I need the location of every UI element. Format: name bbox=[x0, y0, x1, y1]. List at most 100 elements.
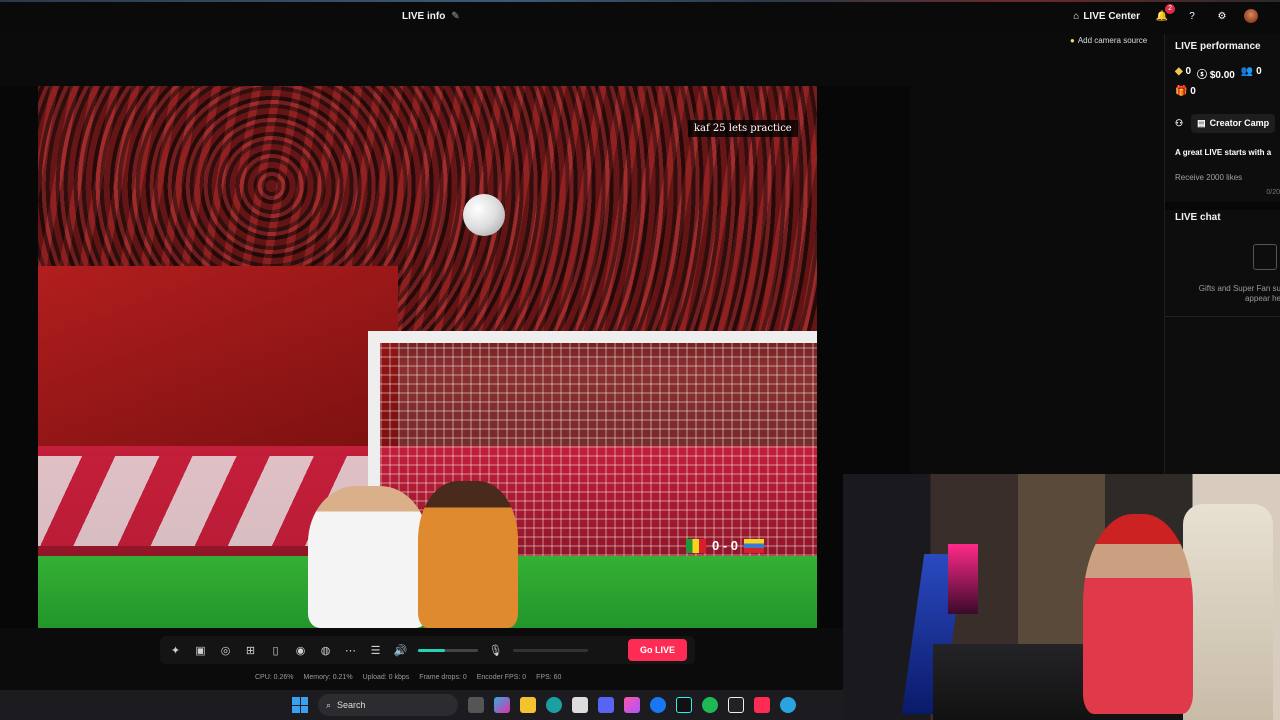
book-icon: ▤ bbox=[1197, 118, 1206, 128]
edge-icon[interactable] bbox=[546, 697, 562, 713]
fps-stat: FPS: 60 bbox=[536, 674, 562, 681]
telegram-icon[interactable] bbox=[780, 697, 796, 713]
more-icon[interactable]: ⋯ bbox=[343, 643, 358, 658]
chat-divider bbox=[1165, 316, 1280, 317]
score-text: 0 - 0 bbox=[712, 538, 739, 553]
avatar[interactable] bbox=[1244, 9, 1258, 23]
notifications-button[interactable]: 🔔 2 bbox=[1154, 4, 1175, 24]
upload-stat: Upload: 0 kbps bbox=[362, 674, 410, 681]
top-accent-line bbox=[0, 0, 1280, 2]
task-view-icon[interactable] bbox=[468, 697, 484, 713]
magic-wand-icon[interactable]: ✦ bbox=[168, 643, 183, 658]
windows-start-icon[interactable] bbox=[292, 697, 308, 713]
diamond-metric: ◆ 0 bbox=[1175, 66, 1191, 81]
flag-banner bbox=[38, 266, 398, 456]
frame-drops-stat: Frame drops: 0 bbox=[419, 674, 467, 681]
cpu-stat: CPU: 0.26% bbox=[255, 674, 294, 681]
top-right-actions: ⌂ LIVE Center 🔔 2 ? ⚙ bbox=[1073, 4, 1258, 24]
discord-icon[interactable] bbox=[598, 697, 614, 713]
instagram-icon[interactable] bbox=[624, 697, 640, 713]
creator-camp-label: Creator Camp bbox=[1209, 118, 1270, 128]
mic-level-bar[interactable] bbox=[513, 648, 588, 652]
gifts-metric: 🎁 0 bbox=[1175, 86, 1196, 97]
webcam-pc-case bbox=[948, 544, 978, 614]
football bbox=[463, 194, 505, 236]
settings-button[interactable]: ⚙ bbox=[1214, 8, 1230, 24]
file-explorer-icon[interactable] bbox=[520, 697, 536, 713]
encoder-fps-stat: Encoder FPS: 0 bbox=[476, 674, 527, 681]
diamond-icon: ◆ bbox=[1175, 66, 1183, 77]
diamond-value: 0 bbox=[1185, 66, 1192, 77]
creator-camp-button[interactable]: ▤ Creator Camp bbox=[1191, 114, 1276, 133]
help-button[interactable]: ? bbox=[1184, 8, 1200, 24]
performance-stats: CPU: 0.26% Memory: 0.21% Upload: 0 kbps … bbox=[255, 674, 561, 681]
search-icon: ⌕ bbox=[326, 699, 332, 710]
tiktok-live-studio: LIVE info ✎ ⌂ LIVE Center 🔔 2 ? ⚙ ● Add … bbox=[0, 0, 1280, 720]
performance-metrics: ◆ 0 ⓢ $0.00 👥 0 bbox=[1175, 66, 1262, 81]
taskbar-search[interactable]: ⌕ Search bbox=[318, 694, 458, 716]
go-live-button[interactable]: Go LIVE bbox=[627, 639, 687, 661]
add-source-icon[interactable]: ▣ bbox=[193, 643, 208, 658]
webcam-overlay bbox=[843, 474, 1280, 720]
live-center-label: LIVE Center bbox=[1083, 10, 1140, 22]
people-icon: 👥 bbox=[1240, 66, 1254, 77]
tiktok-live-studio-icon[interactable] bbox=[754, 697, 770, 713]
section-divider bbox=[1165, 202, 1280, 210]
chat-empty-message: Gifts and Super Fan su appear he bbox=[1198, 284, 1280, 303]
effects-icon[interactable]: ◎ bbox=[218, 643, 233, 658]
edit-icon[interactable]: ✎ bbox=[451, 11, 459, 22]
gift-icon bbox=[1253, 244, 1277, 270]
creator-camp-row: ⚇ ▤ Creator Camp bbox=[1175, 114, 1276, 133]
portrait-icon[interactable]: ▯ bbox=[268, 643, 283, 658]
tiktok-icon[interactable] bbox=[676, 697, 692, 713]
add-camera-source-label: Add camera source bbox=[1077, 36, 1148, 45]
copilot-icon[interactable] bbox=[494, 697, 510, 713]
spotify-icon[interactable] bbox=[702, 697, 718, 713]
windows-taskbar: ⌕ Search bbox=[0, 690, 843, 720]
add-camera-source-button[interactable]: ● Add camera source bbox=[1070, 36, 1147, 45]
top-bar: LIVE info ✎ ⌂ LIVE Center 🔔 2 ? ⚙ bbox=[0, 0, 1280, 34]
stream-preview[interactable]: kaf 25 lets practice 0 - 0 bbox=[38, 86, 817, 628]
person-add-icon[interactable]: ⚇ bbox=[1175, 118, 1183, 129]
team-flag-left bbox=[686, 538, 706, 553]
record-icon[interactable]: ◉ bbox=[293, 643, 308, 658]
likes-progress: 0/20 bbox=[1266, 189, 1280, 196]
camera-switch-icon[interactable]: ◍ bbox=[318, 643, 333, 658]
live-chat-title: LIVE chat bbox=[1175, 212, 1221, 223]
home-icon: ⌂ bbox=[1073, 10, 1080, 22]
scene-icon[interactable]: ⊞ bbox=[243, 643, 258, 658]
right-sidebar: LIVE performance ◆ 0 ⓢ $0.00 👥 0 🎁 0 ⚇ ▤… bbox=[1164, 34, 1280, 474]
webcam-person bbox=[1083, 514, 1193, 714]
capcut-icon[interactable] bbox=[728, 697, 744, 713]
memory-stat: Memory: 0.21% bbox=[303, 674, 353, 681]
help-icon: ? bbox=[1189, 10, 1195, 22]
speaker-icon[interactable]: 🔊 bbox=[393, 643, 408, 658]
viewers-metric: 👥 0 bbox=[1241, 66, 1262, 81]
viewers-value: 0 bbox=[1256, 66, 1262, 77]
store-icon[interactable] bbox=[572, 697, 588, 713]
coin-icon: ⓢ bbox=[1197, 70, 1208, 81]
audio-settings-icon[interactable]: ☰ bbox=[368, 643, 383, 658]
volume-slider[interactable] bbox=[418, 648, 478, 652]
gear-icon: ⚙ bbox=[1217, 10, 1227, 22]
live-info-tab[interactable]: LIVE info ✎ bbox=[402, 11, 460, 22]
earnings-metric: ⓢ $0.00 bbox=[1197, 66, 1235, 81]
preview-stage: kaf 25 lets practice 0 - 0 bbox=[0, 86, 910, 628]
great-live-heading: A great LIVE starts with a bbox=[1175, 148, 1272, 157]
stream-overlay-text: kaf 25 lets practice bbox=[688, 120, 798, 137]
gift-small-icon: 🎁 bbox=[1175, 86, 1188, 97]
volume-fill bbox=[418, 648, 445, 652]
stream-controls-bar: ✦ ▣ ◎ ⊞ ▯ ◉ ◍ ⋯ ☰ 🔊 🎙 Go LIVE bbox=[160, 636, 695, 664]
team-flag-right bbox=[744, 538, 765, 553]
live-center-button[interactable]: ⌂ LIVE Center bbox=[1073, 11, 1140, 22]
notification-badge: 2 bbox=[1165, 4, 1175, 14]
webcam-chair bbox=[1183, 504, 1273, 720]
live-info-label: LIVE info bbox=[402, 11, 446, 22]
facebook-icon[interactable] bbox=[650, 697, 666, 713]
scoreboard: 0 - 0 bbox=[686, 538, 765, 553]
receive-likes-task[interactable]: Receive 2000 likes bbox=[1175, 173, 1242, 182]
player-orange bbox=[418, 481, 518, 628]
earnings-value: $0.00 bbox=[1209, 70, 1235, 81]
mic-muted-icon[interactable]: 🎙 bbox=[488, 643, 503, 658]
taskbar-search-label: Search bbox=[337, 700, 366, 710]
